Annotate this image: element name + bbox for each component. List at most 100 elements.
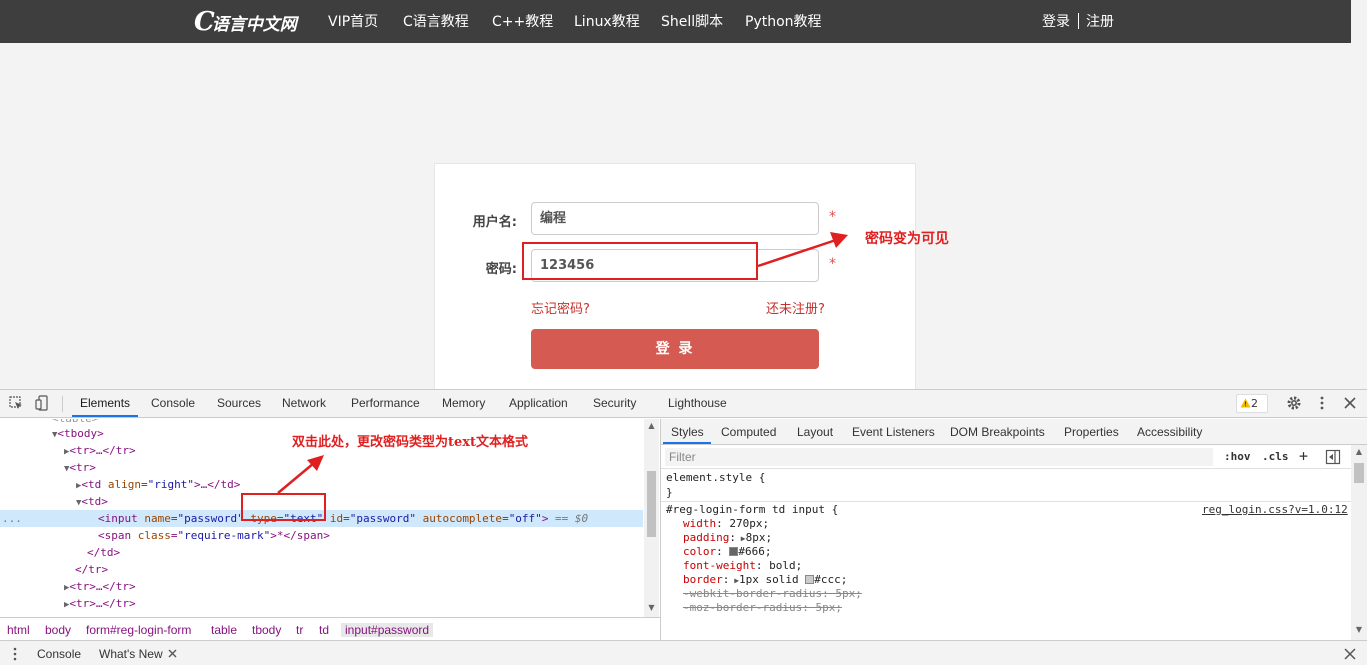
active-tab-indicator <box>72 415 138 417</box>
css-prop-width[interactable]: width: 270px; <box>683 517 769 531</box>
dom-line-input-password[interactable]: <input name="password" type="text" id="p… <box>98 510 588 527</box>
drawer-menu-icon[interactable] <box>9 647 21 661</box>
dom-line-td-right[interactable]: ▶<td align="right">…</td> <box>76 476 240 493</box>
tab-elements[interactable]: Elements <box>80 396 130 410</box>
styles-filter-input[interactable]: Filter <box>665 448 1213 466</box>
crumb-tr[interactable]: tr <box>296 623 303 637</box>
warnings-badge[interactable]: 2 <box>1236 394 1268 413</box>
styles-scroll-down-icon[interactable]: ▼ <box>1351 625 1367 634</box>
new-rule-plus-icon[interactable]: + <box>1299 447 1308 465</box>
rule-selector[interactable]: #reg-login-form td input { <box>666 503 838 517</box>
forgot-password-link[interactable]: 忘记密码? <box>531 298 590 317</box>
stab-event-listeners[interactable]: Event Listeners <box>852 425 935 439</box>
site-logo[interactable]: C语言中文网 <box>194 8 297 36</box>
css-prop-padding[interactable]: padding: ▶8px; <box>683 531 772 546</box>
annotation-arrow-2-icon <box>277 455 324 494</box>
crumb-input-password[interactable]: input#password <box>341 623 434 637</box>
expand-triangle-icon: ▶ <box>729 576 740 585</box>
close-whats-new-icon[interactable] <box>168 649 177 658</box>
tab-security[interactable]: Security <box>593 396 636 410</box>
nav-vip-home[interactable]: VIP首页 <box>328 12 378 32</box>
nav-linux-tutorial[interactable]: Linux教程 <box>574 12 640 32</box>
crumb-html[interactable]: html <box>7 623 30 637</box>
styles-filter-row: Filter :hov .cls + <box>661 445 1351 469</box>
settings-gear-icon[interactable] <box>1286 395 1302 411</box>
crumb-td[interactable]: td <box>319 623 329 637</box>
stab-computed[interactable]: Computed <box>721 425 776 439</box>
devtools-drawer: Console What's New <box>0 640 1367 665</box>
elements-dom-tree: <table> ▼<tbody> ▶<tr>…</tr> ▼<tr> ▶<td … <box>0 419 660 617</box>
tab-sources[interactable]: Sources <box>217 396 261 410</box>
toggle-sidebar-icon[interactable] <box>1325 449 1341 465</box>
dom-line-tr-open[interactable]: ▼<tr> <box>64 459 96 476</box>
stab-dom-breakpoints[interactable]: DOM Breakpoints <box>950 425 1045 439</box>
cls-toggle[interactable]: .cls <box>1262 450 1289 463</box>
element-style-rule[interactable]: element.style { <box>666 471 765 485</box>
warning-count: 2 <box>1251 397 1258 410</box>
stab-layout[interactable]: Layout <box>797 425 833 439</box>
color-swatch-ccc[interactable] <box>805 575 815 584</box>
styles-scroll-up-icon[interactable]: ▲ <box>1351 447 1367 456</box>
css-prop-border[interactable]: border: ▶1px solid #ccc; <box>683 573 847 588</box>
site-header: C语言中文网 VIP首页 C语言教程 C++教程 Linux教程 Shell脚本… <box>0 0 1351 43</box>
tab-network[interactable]: Network <box>282 396 326 410</box>
stab-styles[interactable]: Styles <box>671 425 704 439</box>
dom-line-td-close[interactable]: </td> <box>87 544 120 561</box>
css-prop-font-weight[interactable]: font-weight: bold; <box>683 559 802 573</box>
nav-shell-script[interactable]: Shell脚本 <box>661 12 723 32</box>
login-submit-button[interactable]: 登 录 <box>531 329 819 369</box>
drawer-tab-console[interactable]: Console <box>37 647 81 661</box>
crumb-tbody[interactable]: tbody <box>252 623 281 637</box>
dom-line-tbody[interactable]: ▼<tbody> <box>52 425 104 442</box>
css-prop-moz-radius[interactable]: -moz-border-radius: 5px; <box>683 601 842 615</box>
device-toolbar-icon[interactable] <box>34 395 50 411</box>
warning-icon <box>1240 398 1251 408</box>
dom-line-tr-collapsed-2[interactable]: ▶<tr>…</tr> <box>64 578 136 595</box>
register-link[interactable]: 注册 <box>1086 12 1114 32</box>
drawer-tab-whats-new[interactable]: What's New <box>99 647 163 661</box>
stab-accessibility[interactable]: Accessibility <box>1137 425 1202 439</box>
stab-properties[interactable]: Properties <box>1064 425 1119 439</box>
close-drawer-icon[interactable] <box>1344 648 1356 660</box>
devtools-panel: Elements Console Sources Network Perform… <box>0 389 1367 665</box>
tab-application[interactable]: Application <box>509 396 568 410</box>
inspect-element-icon[interactable] <box>8 395 24 411</box>
dom-scroll-up-icon[interactable]: ▲ <box>644 421 659 430</box>
hov-toggle[interactable]: :hov <box>1224 450 1251 463</box>
styles-scroll-thumb[interactable] <box>1354 463 1364 483</box>
close-devtools-icon[interactable] <box>1342 395 1358 411</box>
login-link[interactable]: 登录 <box>1042 12 1070 32</box>
dom-scroll-down-icon[interactable]: ▼ <box>644 603 659 612</box>
crumb-body[interactable]: body <box>45 623 71 637</box>
dom-scroll-thumb[interactable] <box>647 471 656 537</box>
css-prop-webkit-radius[interactable]: -webkit-border-radius: 5px; <box>683 587 862 601</box>
tab-performance[interactable]: Performance <box>351 396 420 410</box>
dom-line-tr-close[interactable]: </tr> <box>75 561 108 578</box>
crumb-table[interactable]: table <box>211 623 237 637</box>
expand-triangle-icon: ▶ <box>735 534 746 543</box>
auth-separator <box>1078 13 1079 29</box>
tab-lighthouse[interactable]: Lighthouse <box>668 396 727 410</box>
password-label: 密码: <box>485 262 517 277</box>
rule-source-link[interactable]: reg_login.css?v=1.0:12 <box>1202 503 1348 516</box>
not-registered-link[interactable]: 还未注册? <box>766 298 825 317</box>
dom-line-tr-collapsed-3[interactable]: ▶<tr>…</tr> <box>64 595 136 612</box>
more-options-icon[interactable] <box>1314 395 1330 411</box>
styles-active-tab-indicator <box>663 442 711 444</box>
dom-tree-scrollbar[interactable]: ▲ ▼ <box>644 419 659 617</box>
css-prop-color[interactable]: color: #666; <box>683 545 772 559</box>
tab-memory[interactable]: Memory <box>442 396 485 410</box>
tab-console[interactable]: Console <box>151 396 195 410</box>
dom-line-span-require[interactable]: <span class="require-mark">*</span> <box>98 527 330 544</box>
dom-more-ellipsis[interactable]: ... <box>2 510 22 527</box>
username-label: 用户名: <box>472 215 517 230</box>
dom-line-td-open[interactable]: ▼<td> <box>76 493 108 510</box>
element-style-close: } <box>666 486 673 499</box>
nav-cpp-tutorial[interactable]: C++教程 <box>492 12 553 32</box>
styles-scrollbar[interactable]: ▲ ▼ <box>1351 445 1367 640</box>
nav-c-tutorial[interactable]: C语言教程 <box>403 12 469 32</box>
crumb-form[interactable]: form#reg-login-form <box>86 623 191 637</box>
dom-line-tr-collapsed[interactable]: ▶<tr>…</tr> <box>64 442 136 459</box>
nav-python-tutorial[interactable]: Python教程 <box>745 12 822 32</box>
website-viewport: C语言中文网 VIP首页 C语言教程 C++教程 Linux教程 Shell脚本… <box>0 0 1351 389</box>
